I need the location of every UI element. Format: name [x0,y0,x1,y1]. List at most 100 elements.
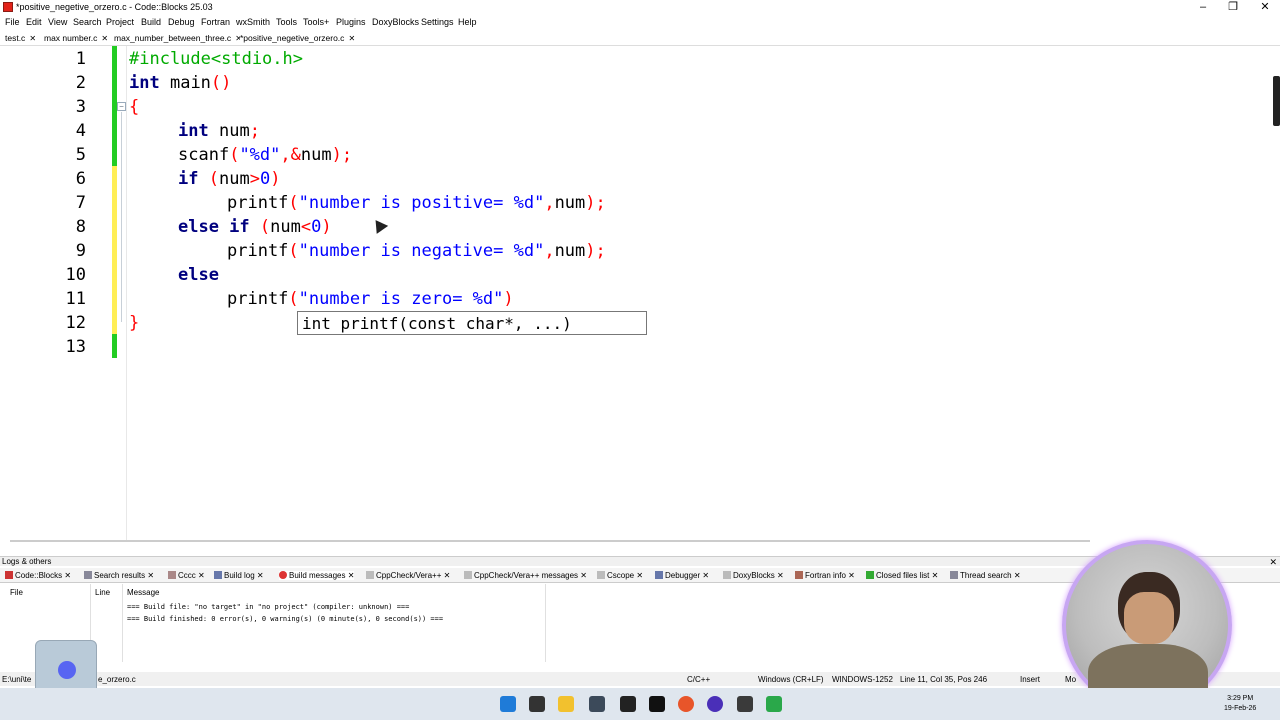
menu-wxsmith[interactable]: wxSmith [236,17,270,27]
line-number: 11 [65,289,86,309]
codeblocks-icon [5,571,13,579]
code-line-7: printf("number is positive= %d",num); [227,193,606,213]
log-tab-label: Cscope [607,571,635,580]
log-tab-search-results[interactable]: Search results ✕ [84,571,154,580]
log-tab-build-messages[interactable]: Build messages ✕ [279,571,355,580]
document-icon [366,571,374,579]
logs-panel-title: Logs & others [2,557,52,566]
code-line-9: printf("number is negative= %d",num); [227,241,606,261]
log-tab-label: Thread search [960,571,1012,580]
menu-settings[interactable]: Settings [421,17,454,27]
menu-search[interactable]: Search [73,17,102,27]
status-line-endings: Windows (CR+LF) [758,675,824,684]
obs-icon[interactable] [707,696,723,712]
status-language: C/C++ [687,675,711,684]
menu-debug[interactable]: Debug [168,17,195,27]
tab-max-number-between-three[interactable]: max_number_between_three.c ✕ [114,33,242,43]
file-list-icon [866,571,874,579]
tab-max-number[interactable]: max number.c ✕ [44,33,108,43]
menu-help[interactable]: Help [458,17,477,27]
github-icon[interactable] [737,696,753,712]
log-tab-codeblocks[interactable]: Code::Blocks ✕ [5,571,71,580]
log-tab-cppcheck[interactable]: CppCheck/Vera++ ✕ [366,571,450,580]
close-tab-icon[interactable]: ✕ [29,34,36,43]
code-line-5: scanf("%d",&num); [178,145,353,165]
log-tab-label: Cccc [178,571,196,580]
document-icon [723,571,731,579]
line-number: 13 [65,337,86,357]
log-tab-label: Fortran info [805,571,846,580]
log-tab-label: CppCheck/Vera++ [376,571,442,580]
codeblocks-icon [3,2,13,12]
log-tab-cscope[interactable]: Cscope ✕ [597,571,643,580]
line-number: 5 [75,145,86,165]
line-number: 12 [65,313,86,333]
document-icon [464,571,472,579]
fold-collapse-icon[interactable]: − [117,102,126,111]
line-number: 3 [75,97,86,117]
firefox-icon[interactable] [678,696,694,712]
mouse-cursor-icon [369,216,389,234]
cccc-icon [168,571,176,579]
log-message[interactable]: === Build file: "no target" in "no proje… [127,603,409,611]
menu-edit[interactable]: Edit [26,17,42,27]
app-icon[interactable] [589,696,605,712]
column-file[interactable]: File [10,588,23,597]
log-tab-label: CppCheck/Vera++ messages [474,571,579,580]
menu-doxyblocks[interactable]: DoxyBlocks [372,17,419,27]
menu-tools[interactable]: Tools [276,17,297,27]
log-tab-fortran-info[interactable]: Fortran info ✕ [795,571,855,580]
menu-build[interactable]: Build [141,17,161,27]
code-line-6: if (num>0) [178,169,281,189]
codeblocks-taskbar-icon[interactable] [766,696,782,712]
tab-positive-negetive-orzero[interactable]: *positive_negetive_orzero.c ✕ [240,33,356,43]
clock[interactable]: 3:29 PM 19-Feb-26 [1224,694,1256,714]
menu-fortran[interactable]: Fortran [201,17,230,27]
minimize-icon[interactable]: – [1188,0,1218,15]
log-message[interactable]: === Build finished: 0 error(s), 0 warnin… [127,615,443,623]
windows-start-icon[interactable] [500,696,516,712]
maximize-icon[interactable]: ❐ [1218,0,1248,15]
menu-project[interactable]: Project [106,17,134,27]
close-tab-icon[interactable]: ✕ [348,34,355,43]
log-tab-doxyblocks[interactable]: DoxyBlocks ✕ [723,571,784,580]
log-tab-cccc[interactable]: Cccc ✕ [168,571,205,580]
log-tab-debugger[interactable]: Debugger ✕ [655,571,709,580]
line-number: 1 [75,49,86,69]
tab-label: *positive_negetive_orzero.c [240,33,345,43]
close-icon[interactable]: ✕ [1250,0,1280,15]
column-message[interactable]: Message [127,588,159,597]
fortran-icon [795,571,803,579]
log-tab-label: Build log [224,571,255,580]
task-view-icon[interactable] [529,696,545,712]
editor-margin [126,46,127,542]
line-number-gutter: 1 2 3 4 5 6 7 8 9 10 11 12 13 [0,46,112,542]
menu-tools-plus[interactable]: Tools+ [303,17,329,27]
column-line[interactable]: Line [95,588,110,597]
line-number: 8 [75,217,86,237]
tab-label: test.c [5,33,26,43]
tab-test-c[interactable]: test.c ✕ [5,33,36,43]
line-number: 9 [75,241,86,261]
close-icon[interactable]: ✕ [1269,557,1277,568]
notion-icon[interactable] [649,696,665,712]
search-icon [84,571,92,579]
menu-file[interactable]: File [5,17,20,27]
log-tab-thread-search[interactable]: Thread search ✕ [950,571,1021,580]
log-tab-build-log[interactable]: Build log ✕ [214,571,264,580]
file-explorer-icon[interactable] [558,696,574,712]
line-number: 10 [65,265,86,285]
code-editor[interactable]: 1 2 3 4 5 6 7 8 9 10 11 12 13 − #include… [0,46,1280,542]
gear-icon [214,571,222,579]
log-tab-closed-files[interactable]: Closed files list ✕ [866,571,938,580]
close-tab-icon[interactable]: ✕ [101,34,108,43]
log-tab-cppcheck-messages[interactable]: CppCheck/Vera++ messages ✕ [464,571,587,580]
vertical-scrollbar[interactable] [1273,76,1280,126]
calendar-icon[interactable] [620,696,636,712]
menu-plugins[interactable]: Plugins [336,17,366,27]
line-number: 2 [75,73,86,93]
horizontal-scrollbar[interactable] [10,540,1090,542]
menu-bar: File Edit View Search Project Build Debu… [0,15,1280,30]
status-extra: Mo [1065,675,1077,684]
menu-view[interactable]: View [48,17,67,27]
